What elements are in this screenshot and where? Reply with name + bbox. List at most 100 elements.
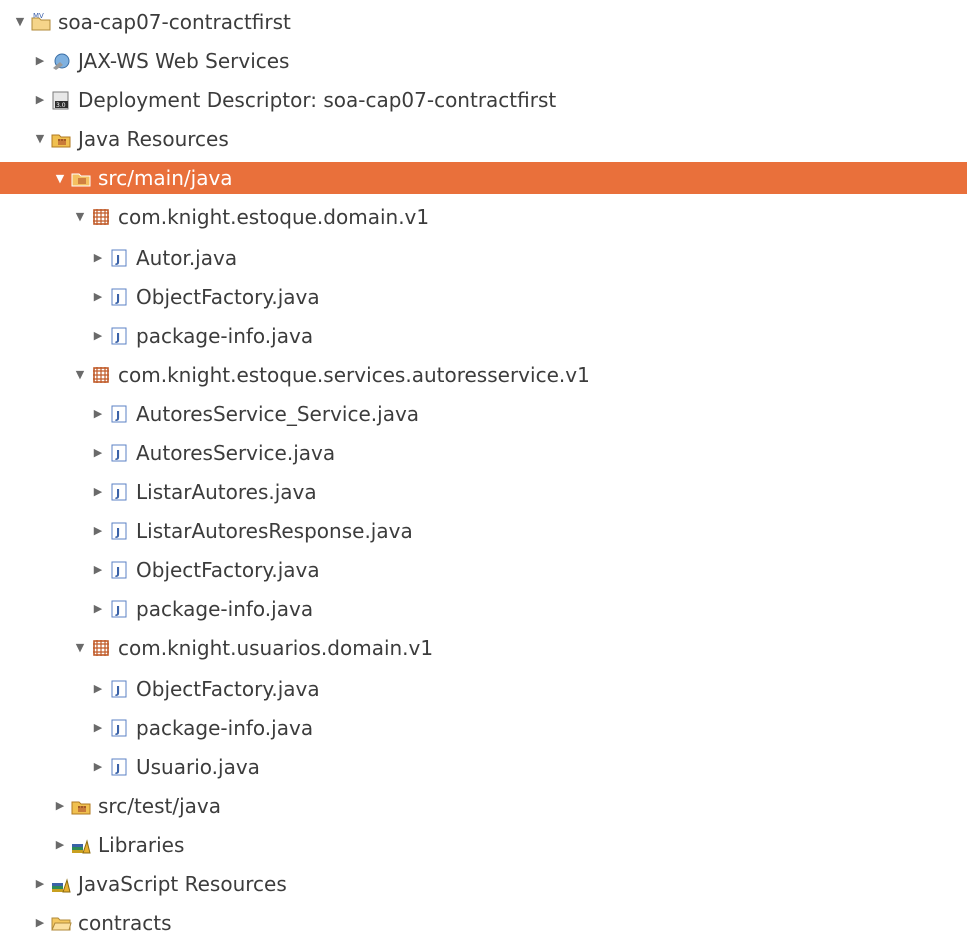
- svg-text:MV: MV: [33, 12, 44, 20]
- tree-row-contracts[interactable]: ▶ contracts: [0, 903, 967, 942]
- java-file-icon: J: [108, 559, 130, 581]
- tree-row-label: AutoresService.java: [136, 440, 336, 465]
- tree-row-java-resources[interactable]: ▼ Java Resources: [0, 119, 967, 158]
- collapse-arrow-icon[interactable]: ▶: [88, 290, 108, 303]
- tree-row-java-file[interactable]: ▶ J package-info.java: [0, 316, 967, 355]
- collapse-arrow-icon[interactable]: ▶: [30, 916, 50, 929]
- tree-row-java-file[interactable]: ▶ J ObjectFactory.java: [0, 550, 967, 589]
- tree-row-java-file[interactable]: ▶ J ObjectFactory.java: [0, 277, 967, 316]
- tree-row-label: src/main/java: [98, 166, 233, 190]
- tree-row-label: Deployment Descriptor: soa-cap07-contrac…: [78, 87, 557, 112]
- collapse-arrow-icon[interactable]: ▶: [50, 799, 70, 812]
- tree-row-label: Autor.java: [136, 245, 238, 270]
- tree-row-label: JAX-WS Web Services: [78, 48, 290, 73]
- expand-arrow-icon[interactable]: ▼: [10, 15, 30, 28]
- tree-row-libraries[interactable]: ▶ Libraries: [0, 825, 967, 864]
- collapse-arrow-icon[interactable]: ▶: [88, 524, 108, 537]
- tree-row-label: com.knight.estoque.services.autoresservi…: [118, 362, 590, 387]
- tree-row-java-file[interactable]: ▶ J ListarAutoresResponse.java: [0, 511, 967, 550]
- project-icon: MV: [30, 11, 52, 33]
- java-file-icon: J: [108, 717, 130, 739]
- svg-text:J: J: [115, 604, 120, 617]
- svg-text:J: J: [115, 331, 120, 344]
- svg-text:J: J: [115, 684, 120, 697]
- java-file-icon: J: [108, 756, 130, 778]
- tree-row-label: ListarAutoresResponse.java: [136, 518, 413, 543]
- tree-row-java-file[interactable]: ▶ J AutoresService.java: [0, 433, 967, 472]
- tree-row-label: JavaScript Resources: [78, 871, 287, 896]
- java-file-icon: J: [108, 520, 130, 542]
- project-explorer-tree: ▼ MV soa-cap07-contractfirst ▶ JAX-WS We…: [0, 0, 967, 943]
- java-file-icon: J: [108, 598, 130, 620]
- collapse-arrow-icon[interactable]: ▶: [88, 251, 108, 264]
- tree-row-src-test-java[interactable]: ▶ src/test/java: [0, 786, 967, 825]
- tree-row-javascript-resources[interactable]: ▶ JavaScript Resources: [0, 864, 967, 903]
- collapse-arrow-icon[interactable]: ▶: [88, 407, 108, 420]
- collapse-arrow-icon[interactable]: ▶: [88, 602, 108, 615]
- tree-row-deployment-descriptor[interactable]: ▶ 3.0 Deployment Descriptor: soa-cap07-c…: [0, 80, 967, 119]
- tree-row-label: src/test/java: [98, 793, 221, 818]
- tree-row-label: Libraries: [98, 832, 185, 857]
- expand-arrow-icon[interactable]: ▼: [70, 210, 90, 223]
- tree-row-java-file[interactable]: ▶ J AutoresService_Service.java: [0, 394, 967, 433]
- svg-text:J: J: [115, 448, 120, 461]
- tree-row-label: AutoresService_Service.java: [136, 401, 420, 426]
- tree-row-label: package-info.java: [136, 715, 314, 740]
- collapse-arrow-icon[interactable]: ▶: [88, 682, 108, 695]
- tree-row-java-file[interactable]: ▶ J package-info.java: [0, 708, 967, 747]
- collapse-arrow-icon[interactable]: ▶: [30, 93, 50, 106]
- tree-row-project[interactable]: ▼ MV soa-cap07-contractfirst: [0, 2, 967, 41]
- collapse-arrow-icon[interactable]: ▶: [88, 485, 108, 498]
- java-file-icon: J: [108, 442, 130, 464]
- package-icon: [90, 206, 112, 228]
- collapse-arrow-icon[interactable]: ▶: [88, 760, 108, 773]
- tree-row-label: package-info.java: [136, 323, 314, 348]
- collapse-arrow-icon[interactable]: ▶: [88, 721, 108, 734]
- svg-text:J: J: [115, 487, 120, 500]
- svg-text:J: J: [115, 762, 120, 775]
- expand-arrow-icon[interactable]: ▼: [50, 172, 70, 185]
- java-file-icon: J: [108, 247, 130, 269]
- tree-row-label: com.knight.estoque.domain.v1: [118, 204, 430, 229]
- tree-row-package[interactable]: ▼ com.knight.usuarios.domain.v1: [0, 628, 967, 667]
- svg-text:J: J: [115, 292, 120, 305]
- tree-row-java-file[interactable]: ▶ J Usuario.java: [0, 747, 967, 786]
- collapse-arrow-icon[interactable]: ▶: [50, 838, 70, 851]
- svg-text:J: J: [115, 723, 120, 736]
- tree-row-jaxws-web-services[interactable]: ▶ JAX-WS Web Services: [0, 41, 967, 80]
- tree-row-label: ObjectFactory.java: [136, 676, 320, 701]
- libraries-icon: [70, 834, 92, 856]
- tree-row-java-file[interactable]: ▶ J ObjectFactory.java: [0, 669, 967, 708]
- tree-row-label: com.knight.usuarios.domain.v1: [118, 635, 434, 660]
- tree-row-label: package-info.java: [136, 596, 314, 621]
- collapse-arrow-icon[interactable]: ▶: [30, 54, 50, 67]
- svg-text:J: J: [115, 565, 120, 578]
- package-icon: [90, 364, 112, 386]
- tree-row-label: contracts: [78, 910, 172, 935]
- collapse-arrow-icon[interactable]: ▶: [88, 329, 108, 342]
- expand-arrow-icon[interactable]: ▼: [70, 368, 90, 381]
- java-file-icon: J: [108, 325, 130, 347]
- deployment-descriptor-icon: 3.0: [50, 89, 72, 111]
- tree-row-src-main-java[interactable]: ▼ src/main/java: [0, 162, 967, 194]
- tree-row-java-file[interactable]: ▶ J Autor.java: [0, 238, 967, 277]
- libraries-icon: [50, 873, 72, 895]
- expand-arrow-icon[interactable]: ▼: [70, 641, 90, 654]
- collapse-arrow-icon[interactable]: ▶: [30, 877, 50, 890]
- tree-row-label: ListarAutores.java: [136, 479, 317, 504]
- java-file-icon: J: [108, 481, 130, 503]
- tree-row-label: ObjectFactory.java: [136, 284, 320, 309]
- tree-row-java-file[interactable]: ▶ J ListarAutores.java: [0, 472, 967, 511]
- package-icon: [90, 637, 112, 659]
- tree-row-label: Java Resources: [78, 126, 229, 151]
- java-resources-icon: [50, 128, 72, 150]
- collapse-arrow-icon[interactable]: ▶: [88, 563, 108, 576]
- expand-arrow-icon[interactable]: ▼: [30, 132, 50, 145]
- collapse-arrow-icon[interactable]: ▶: [88, 446, 108, 459]
- java-file-icon: J: [108, 678, 130, 700]
- folder-icon: [50, 912, 72, 934]
- source-folder-icon: [70, 167, 92, 189]
- tree-row-package[interactable]: ▼ com.knight.estoque.services.autoresser…: [0, 355, 967, 394]
- tree-row-java-file[interactable]: ▶ J package-info.java: [0, 589, 967, 628]
- tree-row-package[interactable]: ▼ com.knight.estoque.domain.v1: [0, 197, 967, 236]
